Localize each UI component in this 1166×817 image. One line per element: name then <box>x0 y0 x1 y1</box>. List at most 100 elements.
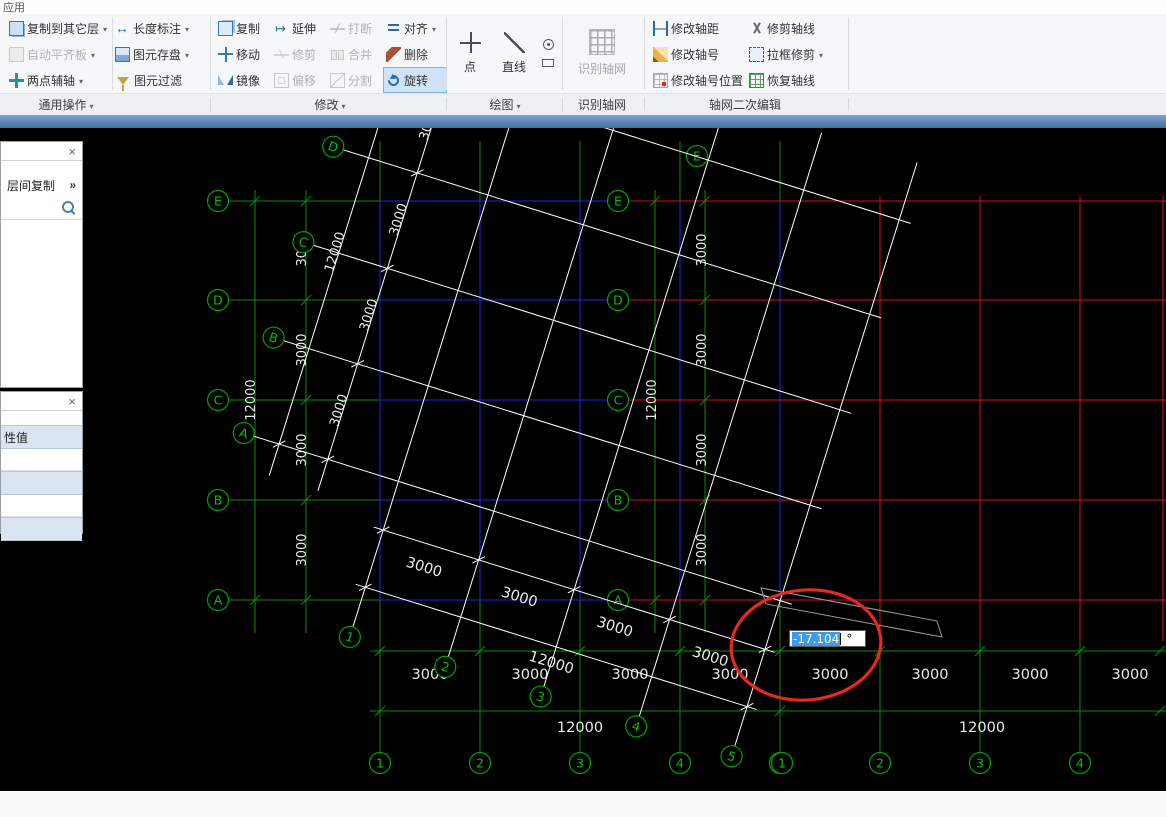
rotate-icon <box>385 72 402 88</box>
modify-axis-spacing-button[interactable]: 修改轴距 <box>650 15 746 41</box>
button-label: 复制 <box>236 21 261 36</box>
offset-button[interactable]: 偏移 <box>271 67 327 93</box>
auto-align-slab-button[interactable]: 自动平齐板 <box>6 41 112 67</box>
two-point-aux-axis-button[interactable]: 两点辅轴 <box>6 67 112 93</box>
property-row[interactable] <box>1 449 82 471</box>
recognize-axis-button[interactable]: 识别轴网 <box>568 15 636 91</box>
length-annotation-icon <box>115 21 130 36</box>
ribbon-group-modify: 复制 移动 镜像 延伸 修剪 偏移 打断 合并 <box>215 15 447 93</box>
split-icon <box>330 72 345 88</box>
axis-number-icon <box>653 46 668 62</box>
button-label: 对齐 <box>404 21 429 36</box>
copy-to-other-layers-button[interactable]: 复制到其它层 <box>6 15 112 41</box>
group-label-recognize[interactable]: 识别轴网 <box>568 94 636 115</box>
group-label-general[interactable]: 通用操作 <box>6 94 126 115</box>
delete-button[interactable]: 删除 <box>383 41 447 67</box>
axis-bubble-label: 2 <box>876 756 884 771</box>
button-label: 复制到其它层 <box>27 21 100 36</box>
dimension-label: 12000 <box>645 379 660 420</box>
axis-bubble-label: 1 <box>778 756 786 771</box>
mirror-button[interactable]: 镜像 <box>215 67 271 93</box>
group-separator <box>562 17 563 90</box>
ribbon-bottom-bar <box>0 115 1166 128</box>
button-label: 修改轴距 <box>671 21 720 36</box>
group-label-text: 识别轴网 <box>577 98 626 112</box>
rectangle-tool-icon[interactable] <box>542 59 554 67</box>
copy-layers-icon <box>9 20 24 36</box>
button-label: 镜像 <box>236 73 261 88</box>
group-label-text: 修改 <box>314 98 339 112</box>
ribbon-group-recognize: 识别轴网 <box>568 15 636 91</box>
group-label-draw[interactable]: 绘图 <box>450 94 560 115</box>
chevron-down-icon <box>184 21 189 35</box>
button-label: 旋转 <box>404 73 429 88</box>
copy-button[interactable]: 复制 <box>215 15 271 41</box>
dimension-label: 3000 <box>812 667 849 683</box>
merge-button[interactable]: 合并 <box>327 41 383 67</box>
dimension-label: 3000 <box>695 333 710 366</box>
button-label: 偏移 <box>292 73 317 88</box>
group-separator <box>112 17 113 90</box>
button-label: 图元过滤 <box>134 73 183 88</box>
chevron-down-icon <box>516 98 521 112</box>
button-label: 打断 <box>348 21 373 36</box>
chevron-down-icon <box>341 98 346 112</box>
group-label-modify[interactable]: 修改 <box>215 94 445 115</box>
recognize-grid-icon <box>589 29 615 55</box>
extend-button[interactable]: 延伸 <box>271 15 327 41</box>
property-row[interactable] <box>1 471 82 495</box>
search-icon[interactable] <box>62 201 74 213</box>
axis-spacing-icon <box>653 20 668 36</box>
ribbon-group-axis-edit: 修改轴距 修改轴号 修改轴号位置 修剪轴线 拉框修剪 恢复轴线 <box>650 15 846 93</box>
dimension-label: 3000 <box>695 533 710 566</box>
move-icon <box>218 46 233 62</box>
button-label: 合并 <box>348 47 373 62</box>
split-button[interactable]: 分割 <box>327 67 383 93</box>
break-button[interactable]: 打断 <box>327 15 383 41</box>
button-label: 两点辅轴 <box>27 73 76 88</box>
property-row[interactable] <box>1 495 82 517</box>
move-button[interactable]: 移动 <box>215 41 271 67</box>
line-tool-button[interactable]: 直线 <box>494 15 534 91</box>
close-icon[interactable]: × <box>68 145 76 158</box>
element-save-button[interactable]: 图元存盘 <box>112 41 206 67</box>
delete-icon <box>386 46 401 62</box>
box-trim-button[interactable]: 拉框修剪 <box>746 41 846 67</box>
point-tool-button[interactable]: 点 <box>450 15 490 91</box>
restore-axis-button[interactable]: 恢复轴线 <box>746 67 846 93</box>
ribbon-group-label-row: 通用操作 修改 绘图 识别轴网 轴网二次编辑 <box>0 93 1166 115</box>
dimension-label: 3000 <box>912 667 949 683</box>
button-label: 分割 <box>348 73 373 88</box>
expand-icon[interactable]: » <box>69 178 76 192</box>
close-icon[interactable]: × <box>68 395 76 408</box>
group-label-text: 通用操作 <box>38 98 87 112</box>
circle-tool-icon[interactable] <box>542 39 554 50</box>
trim-axis-button[interactable]: 修剪轴线 <box>746 15 846 41</box>
search-row <box>1 195 82 220</box>
group-separator <box>848 17 849 90</box>
align-button[interactable]: 对齐 <box>383 15 447 41</box>
ribbon-group-general: 复制到其它层 自动平齐板 两点辅轴 长度标注 图元存盘 图元过滤 <box>6 15 206 93</box>
panel-header: × <box>1 392 82 411</box>
cad-drawing-area[interactable]: E D C B A 1 2 3 4 5 3000 3000 3000 3000 … <box>0 128 1166 791</box>
axis-bubble-label: D <box>613 293 623 308</box>
button-label: 修剪轴线 <box>767 21 816 36</box>
label-separator <box>848 98 849 111</box>
merge-icon <box>330 47 345 62</box>
modify-axis-number-button[interactable]: 修改轴号 <box>650 41 746 67</box>
axis-bubble-label: 4 <box>1076 756 1084 771</box>
element-filter-button[interactable]: 图元过滤 <box>112 67 206 93</box>
cad-canvas[interactable]: E D C B A 1 2 3 4 5 3000 3000 3000 3000 … <box>0 128 1166 791</box>
rotation-angle-input[interactable]: -17.104 ° <box>789 630 866 647</box>
dimension-label: 12000 <box>959 720 1005 736</box>
rotate-button[interactable]: 旋转 <box>383 67 447 93</box>
button-label: 长度标注 <box>133 21 182 36</box>
property-row[interactable] <box>1 517 82 541</box>
trim-button[interactable]: 修剪 <box>271 41 327 67</box>
property-row[interactable]: 性值 <box>1 425 82 449</box>
length-annotation-button[interactable]: 长度标注 <box>112 15 206 41</box>
menu-item-apply[interactable]: 应用 <box>3 0 25 15</box>
modify-axis-number-pos-button[interactable]: 修改轴号位置 <box>650 67 746 93</box>
button-label: 修剪 <box>292 47 317 62</box>
group-label-axis-edit[interactable]: 轴网二次编辑 <box>650 94 840 115</box>
